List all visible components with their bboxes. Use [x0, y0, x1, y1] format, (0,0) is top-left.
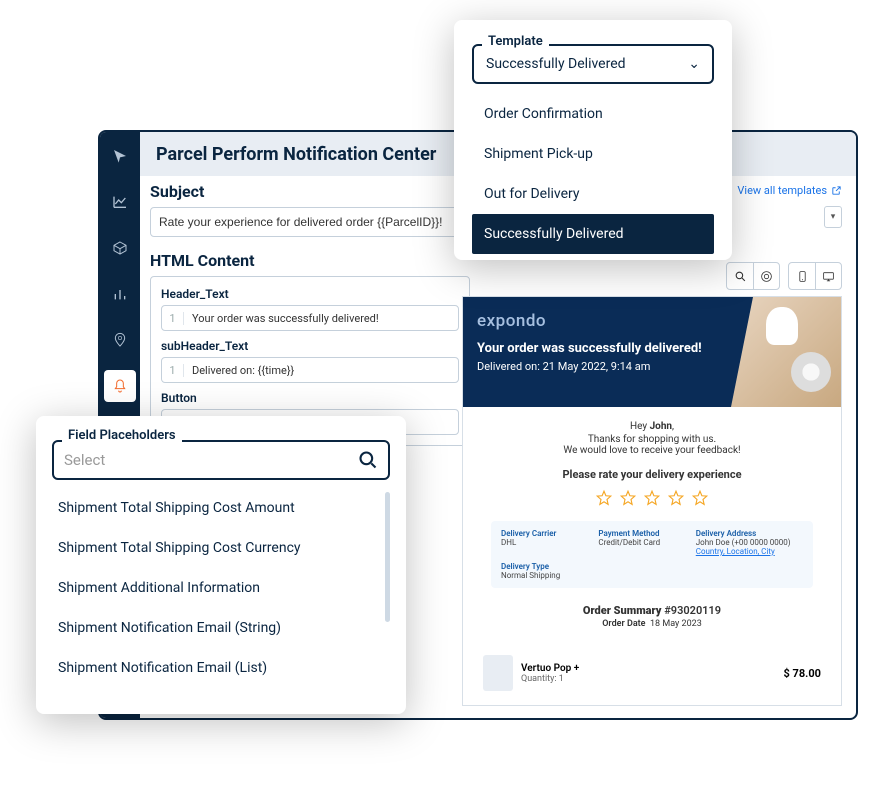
field-placeholders-card: Field Placeholders Select Shipment Total… [36, 416, 406, 714]
location-pin-icon [112, 332, 128, 348]
info-value: Normal Shipping [501, 571, 590, 580]
subject-input[interactable] [150, 207, 470, 237]
brand-logo: expondo [477, 311, 717, 331]
sidebar-item-notifications[interactable] [104, 370, 136, 402]
product-qty: Quantity: 1 [521, 674, 579, 684]
placeholder-option[interactable]: Shipment Notification Email (List) [52, 648, 382, 688]
view-all-templates-link[interactable]: View all templates [737, 184, 842, 197]
field-label: subHeader_Text [161, 339, 459, 353]
bar-chart-icon [112, 286, 128, 302]
star-rating[interactable] [483, 489, 821, 507]
placeholders-legend: Field Placeholders [62, 428, 182, 443]
preview-header: expondo Your order was successfully deli… [463, 297, 841, 407]
preview-headline: Your order was successfully delivered! [477, 341, 717, 356]
sidebar-item-logo[interactable] [104, 140, 136, 172]
order-item-row: Vertuo Pop + Quantity: 1 $ 78.00 [483, 655, 821, 691]
preview-subheadline: Delivered on: 21 May 2022, 9:14 am [477, 360, 717, 373]
delivery-info-box: Delivery CarrierDHL Payment MethodCredit… [491, 521, 813, 588]
info-label: Payment Method [598, 529, 687, 538]
sidebar-item-tracking[interactable] [104, 324, 136, 356]
external-link-icon [831, 185, 842, 196]
placeholder-option[interactable]: Shipment Notification Email (String) [52, 608, 382, 648]
field-label: Button [161, 391, 459, 405]
subheader-text-input[interactable]: 1 Delivered on: {{time}} [161, 357, 459, 383]
code-value: Delivered on: {{time}} [184, 364, 294, 377]
order-date: Order Date 18 May 2023 [483, 619, 821, 629]
help-button[interactable] [753, 263, 779, 289]
product-price: $ 78.00 [784, 667, 821, 680]
star-icon[interactable] [643, 489, 661, 507]
product-image [483, 655, 513, 691]
preview-body: Hey John, Thanks for shopping with us. W… [463, 407, 841, 643]
info-label: Delivery Address [696, 529, 803, 538]
chevron-down-icon: ⌄ [688, 56, 700, 72]
link-text: View all templates [737, 184, 827, 197]
code-value: Your order was successfully delivered! [184, 312, 379, 325]
template-dropdown-card: Template Successfully Delivered ⌄ Order … [454, 20, 732, 260]
template-legend: Template [482, 34, 549, 49]
star-icon[interactable] [619, 489, 637, 507]
template-option[interactable]: Order Confirmation [472, 94, 714, 134]
address-link[interactable]: Country, Location, City [696, 547, 803, 556]
help-icon [760, 270, 773, 283]
template-selected: Successfully Delivered [486, 56, 626, 72]
sidebar-item-packages[interactable] [104, 232, 136, 264]
cursor-icon [112, 148, 128, 164]
line-chart-icon [112, 194, 128, 210]
desktop-preview-button[interactable] [815, 263, 841, 289]
body-line: We would love to receive your feedback! [483, 445, 821, 456]
template-mini-dropdown[interactable]: ▾ [824, 206, 842, 228]
hero-image [731, 297, 841, 407]
email-preview: expondo Your order was successfully deli… [462, 296, 842, 706]
info-value: Credit/Debit Card [598, 538, 687, 547]
placeholder-search-input[interactable]: Select [52, 440, 390, 480]
order-summary-title: Order Summary #93020119 [483, 604, 821, 617]
info-label: Delivery Carrier [501, 529, 590, 538]
desktop-icon [822, 270, 835, 283]
placeholder-option[interactable]: Shipment Total Shipping Cost Amount [52, 488, 382, 528]
search-button[interactable] [727, 263, 753, 289]
preview-toolbar [726, 262, 842, 290]
placeholder-list: Shipment Total Shipping Cost Amount Ship… [52, 488, 390, 688]
greeting: Hey John, [483, 421, 821, 432]
info-label: Delivery Type [501, 562, 590, 571]
template-option-selected[interactable]: Successfully Delivered [472, 214, 714, 254]
package-icon [112, 240, 128, 256]
field-label: Header_Text [161, 287, 459, 301]
bell-icon [112, 378, 128, 394]
line-number: 1 [162, 312, 184, 325]
sidebar-item-reports[interactable] [104, 278, 136, 310]
search-icon [358, 450, 378, 470]
info-value: DHL [501, 538, 590, 547]
mobile-preview-button[interactable] [789, 263, 815, 289]
search-icon [734, 270, 747, 283]
star-icon[interactable] [667, 489, 685, 507]
subject-label: Subject [150, 182, 470, 201]
placeholder-option[interactable]: Shipment Total Shipping Cost Currency [52, 528, 382, 568]
header-text-input[interactable]: 1 Your order was successfully delivered! [161, 305, 459, 331]
product-name: Vertuo Pop + [521, 663, 579, 674]
mobile-icon [796, 270, 809, 283]
sidebar-item-analytics[interactable] [104, 186, 136, 218]
placeholder-option[interactable]: Shipment Additional Information [52, 568, 382, 608]
html-content-label: HTML Content [150, 251, 470, 270]
star-icon[interactable] [595, 489, 613, 507]
placeholder-text: Select [64, 451, 105, 469]
body-line: Thanks for shopping with us. [483, 434, 821, 445]
template-option[interactable]: Shipment Pick-up [472, 134, 714, 174]
scrollbar[interactable] [385, 492, 390, 622]
line-number: 1 [162, 364, 184, 377]
template-option[interactable]: Out for Delivery [472, 174, 714, 214]
editor-panel: Subject HTML Content Header_Text 1 Your … [150, 182, 470, 446]
template-select[interactable]: Successfully Delivered ⌄ [472, 44, 714, 84]
rating-label: Please rate your delivery experience [483, 468, 821, 481]
star-icon[interactable] [691, 489, 709, 507]
info-value: John Doe (+00 0000 0000) [696, 538, 803, 547]
